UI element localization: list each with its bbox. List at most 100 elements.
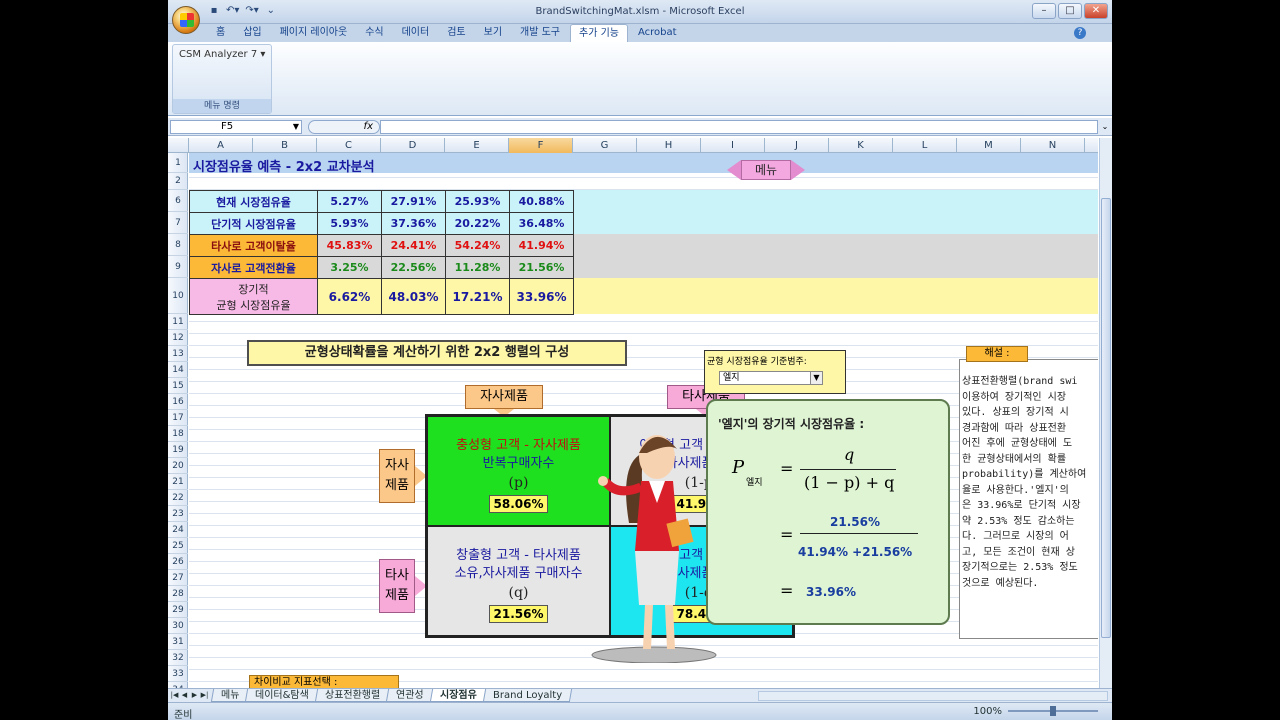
col-header-I[interactable]: I	[701, 138, 765, 153]
row-header-25[interactable]: 25	[168, 538, 188, 554]
last-sheet-icon[interactable]: ▶|	[200, 690, 209, 701]
expand-formula-icon[interactable]: ⌄	[1100, 120, 1110, 134]
scroll-thumb[interactable]	[1101, 198, 1111, 638]
row-header-12[interactable]: 12	[168, 330, 188, 346]
sheet-tab[interactable]: 연관성	[386, 689, 435, 702]
row-label[interactable]: 장기적 균형 시장점유율	[189, 278, 318, 315]
zoom-knob[interactable]	[1050, 706, 1056, 716]
row-header-23[interactable]: 23	[168, 506, 188, 522]
close-button[interactable]: ✕	[1084, 3, 1108, 19]
tab-5[interactable]: 검토	[439, 24, 473, 42]
row-header-22[interactable]: 22	[168, 490, 188, 506]
row-header-29[interactable]: 29	[168, 602, 188, 618]
name-box[interactable]: F5 ▼	[170, 120, 302, 134]
row-header-9[interactable]: 9	[168, 256, 188, 278]
sheet-tab[interactable]: 시장점유	[429, 689, 487, 702]
table-cell[interactable]: 40.88%	[509, 190, 574, 213]
table-cell[interactable]: 20.22%	[445, 212, 510, 235]
col-header-A[interactable]: A	[189, 138, 253, 153]
worksheet-grid[interactable]: 시장점유율 예측 - 2x2 교차분석 메뉴 현재 시장점유율 5.27% 27.9…	[189, 153, 1098, 698]
office-button[interactable]	[172, 6, 200, 34]
tab-2[interactable]: 페이지 레이아웃	[272, 24, 356, 42]
help-icon[interactable]: ?	[1074, 27, 1086, 39]
table-cell[interactable]: 5.27%	[317, 190, 382, 213]
row-header-11[interactable]: 11	[168, 314, 188, 330]
zoom-slider[interactable]	[1008, 706, 1098, 716]
table-cell[interactable]: 11.28%	[445, 256, 510, 279]
table-cell[interactable]: 5.93%	[317, 212, 382, 235]
row-header-7[interactable]: 7	[168, 212, 188, 234]
row-header-26[interactable]: 26	[168, 554, 188, 570]
row-header-31[interactable]: 31	[168, 634, 188, 650]
tab-8[interactable]: 추가 기능	[570, 24, 628, 42]
row-header-30[interactable]: 30	[168, 618, 188, 634]
col-header-L[interactable]: L	[893, 138, 957, 153]
tab-7[interactable]: 개발 도구	[512, 24, 568, 42]
tab-6[interactable]: 보기	[476, 24, 510, 42]
csm-analyzer-button[interactable]: CSM Analyzer 7 ▾	[179, 49, 265, 60]
next-sheet-icon[interactable]: ▶	[190, 690, 199, 701]
table-cell[interactable]: 24.41%	[381, 234, 446, 257]
col-header-C[interactable]: C	[317, 138, 381, 153]
table-cell[interactable]: 6.62%	[317, 278, 382, 315]
minimize-button[interactable]: –	[1032, 3, 1056, 19]
row-header-20[interactable]: 20	[168, 458, 188, 474]
col-header-E[interactable]: E	[445, 138, 509, 153]
table-cell[interactable]: 3.25%	[317, 256, 382, 279]
row-label[interactable]: 현재 시장점유율	[189, 190, 318, 213]
tab-3[interactable]: 수식	[357, 24, 391, 42]
table-cell[interactable]: 25.93%	[445, 190, 510, 213]
table-cell[interactable]: 54.24%	[445, 234, 510, 257]
maximize-button[interactable]: □	[1058, 3, 1082, 19]
tab-1[interactable]: 삽입	[235, 24, 269, 42]
table-cell[interactable]: 33.96%	[509, 278, 574, 315]
baseline-combo[interactable]: 엘지 ▼	[719, 371, 823, 385]
tab-9[interactable]: Acrobat	[630, 24, 685, 42]
tab-0[interactable]: 홈	[208, 24, 233, 42]
row-label[interactable]: 타사로 고객이탈율	[189, 234, 318, 257]
row-header-21[interactable]: 21	[168, 474, 188, 490]
sheet-tab[interactable]: Brand Loyalty	[482, 689, 573, 702]
table-cell[interactable]: 41.94%	[509, 234, 574, 257]
row-header-32[interactable]: 32	[168, 650, 188, 666]
col-header-F[interactable]: F	[509, 138, 573, 153]
row-header-2[interactable]: 2	[168, 173, 188, 190]
row-header-18[interactable]: 18	[168, 426, 188, 442]
table-cell[interactable]: 27.91%	[381, 190, 446, 213]
first-sheet-icon[interactable]: |◀	[170, 690, 179, 701]
menu-button[interactable]: 메뉴	[727, 158, 805, 182]
table-cell[interactable]: 48.03%	[381, 278, 446, 315]
col-header-N[interactable]: N	[1021, 138, 1085, 153]
table-cell[interactable]: 17.21%	[445, 278, 510, 315]
col-header-D[interactable]: D	[381, 138, 445, 153]
formula-input[interactable]	[380, 120, 1098, 134]
col-header-B[interactable]: B	[253, 138, 317, 153]
sheet-tab[interactable]: 데이터&탐색	[245, 689, 320, 702]
col-header-M[interactable]: M	[957, 138, 1021, 153]
col-header-J[interactable]: J	[765, 138, 829, 153]
col-header-H[interactable]: H	[637, 138, 701, 153]
row-header-24[interactable]: 24	[168, 522, 188, 538]
row-header-33[interactable]: 33	[168, 666, 188, 682]
row-header-8[interactable]: 8	[168, 234, 188, 256]
table-cell[interactable]: 36.48%	[509, 212, 574, 235]
tab-4[interactable]: 데이터	[394, 24, 438, 42]
prev-sheet-icon[interactable]: ◀	[180, 690, 189, 701]
row-label[interactable]: 단기적 시장점유율	[189, 212, 318, 235]
col-header-K[interactable]: K	[829, 138, 893, 153]
row-header-27[interactable]: 27	[168, 570, 188, 586]
sheet-tab[interactable]: 상표전환행렬	[315, 689, 391, 702]
col-header-G[interactable]: G	[573, 138, 637, 153]
row-header-16[interactable]: 16	[168, 394, 188, 410]
table-cell[interactable]: 37.36%	[381, 212, 446, 235]
row-header-1[interactable]: 1	[168, 153, 188, 173]
insert-function-button[interactable]: fx	[308, 120, 380, 134]
row-header-6[interactable]: 6	[168, 190, 188, 212]
row-header-10[interactable]: 10	[168, 278, 188, 314]
row-header-15[interactable]: 15	[168, 378, 188, 394]
horizontal-scrollbar[interactable]	[758, 691, 1108, 701]
table-cell[interactable]: 45.83%	[317, 234, 382, 257]
select-all-corner[interactable]	[168, 138, 189, 153]
table-cell[interactable]: 22.56%	[381, 256, 446, 279]
zoom-level[interactable]: 100%	[973, 706, 1002, 717]
